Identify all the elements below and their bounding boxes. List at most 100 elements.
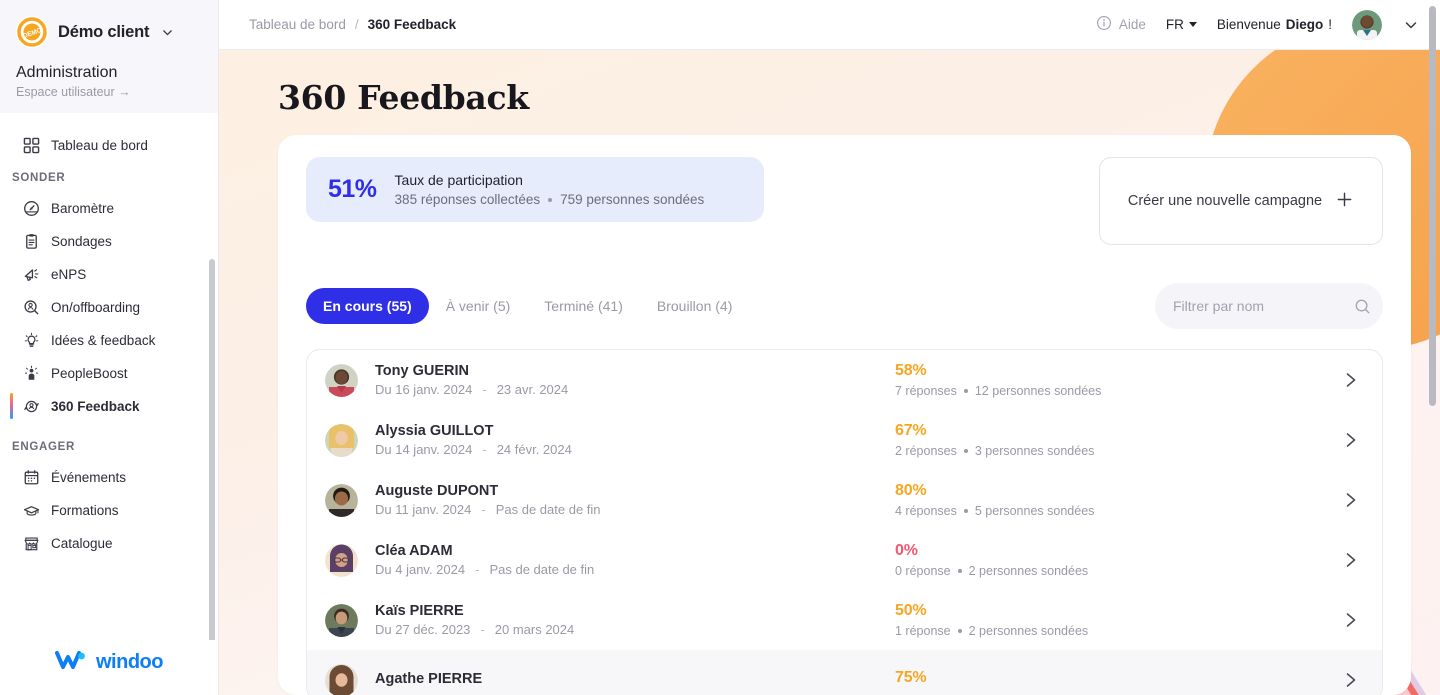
participation-surveyed: 759 personnes sondées <box>560 192 704 207</box>
date-separator: - <box>482 382 486 397</box>
tabs-row: En cours (55) À venir (5) Terminé (41) B… <box>306 283 1383 329</box>
breadcrumb-separator: / <box>355 17 359 32</box>
campaign-name: Kaïs PIERRE <box>375 603 895 619</box>
user-space-link[interactable]: Espace utilisateur → <box>16 85 202 99</box>
chevron-right-icon[interactable] <box>1340 430 1360 450</box>
table-row[interactable]: Alyssia GUILLOT Du 14 janv. 2024 - 24 fé… <box>307 410 1382 470</box>
sidebar-item-peopleboost[interactable]: PeopleBoost <box>0 357 218 390</box>
sidebar-item-360-feedback[interactable]: 360 Feedback <box>0 390 218 423</box>
windoo-mark-icon <box>55 648 89 677</box>
tab-a-venir[interactable]: À venir (5) <box>429 288 528 324</box>
avatar[interactable] <box>1352 10 1382 40</box>
table-row[interactable]: Auguste DUPONT Du 11 janv. 2024 - Pas de… <box>307 470 1382 530</box>
row-identity: Kaïs PIERRE Du 27 déc. 2023 - 20 mars 20… <box>375 603 895 637</box>
row-stats: 67% 2 réponses 3 personnes sondées <box>895 422 1325 458</box>
chevron-right-icon[interactable] <box>1340 610 1360 630</box>
date-start: Du 11 janv. 2024 <box>375 502 471 517</box>
campaign-responses: 4 réponses <box>895 504 957 518</box>
campaign-surveyed: 3 personnes sondées <box>975 444 1095 458</box>
table-row[interactable]: Tony GUERIN Du 16 janv. 2024 - 23 avr. 2… <box>307 350 1382 410</box>
sidebar-item-label: Tableau de bord <box>51 138 148 153</box>
chevron-down-icon <box>161 26 174 39</box>
participation-label: Taux de participation <box>395 172 705 188</box>
sidebar-item-label: Catalogue <box>51 536 113 551</box>
date-end: 23 avr. 2024 <box>497 382 569 397</box>
tab-termine[interactable]: Terminé (41) <box>527 288 640 324</box>
person-refresh-icon <box>22 397 41 416</box>
tab-brouillon[interactable]: Brouillon (4) <box>640 288 749 324</box>
tab-en-cours[interactable]: En cours (55) <box>306 288 429 324</box>
sidebar-section-sonder: SONDER <box>0 164 218 192</box>
campaign-name: Alyssia GUILLOT <box>375 423 895 439</box>
user-menu-chevron-down-icon[interactable] <box>1402 16 1420 34</box>
avatar <box>325 424 358 457</box>
panel-header: 51% Taux de participation 385 réponses c… <box>306 157 1383 245</box>
workspace-name: Démo client <box>58 23 149 42</box>
table-row[interactable]: Kaïs PIERRE Du 27 déc. 2023 - 20 mars 20… <box>307 590 1382 650</box>
search-icon[interactable] <box>1354 298 1371 315</box>
row-identity: Auguste DUPONT Du 11 janv. 2024 - Pas de… <box>375 483 895 517</box>
sidebar-item-label: Formations <box>51 503 119 518</box>
sidebar-header: DEMO Démo client Administration Espace u… <box>0 0 218 113</box>
store-icon <box>22 534 41 553</box>
sidebar-item-enps[interactable]: eNPS <box>0 258 218 291</box>
sidebar-item-evenements[interactable]: Événements <box>0 461 218 494</box>
campaign-dates: Du 14 janv. 2024 - 24 févr. 2024 <box>375 442 895 457</box>
sidebar-item-label: Sondages <box>51 234 112 249</box>
help-button[interactable]: Aide <box>1096 15 1146 34</box>
bullet-separator-icon <box>958 629 962 633</box>
date-start: Du 27 déc. 2023 <box>375 622 470 637</box>
table-row[interactable]: Cléa ADAM Du 4 janv. 2024 - Pas de date … <box>307 530 1382 590</box>
row-identity: Cléa ADAM Du 4 janv. 2024 - Pas de date … <box>375 543 895 577</box>
campaign-percent: 67% <box>895 422 1325 440</box>
campaign-surveyed: 2 personnes sondées <box>969 564 1089 578</box>
plus-icon <box>1335 190 1354 213</box>
demo-logo-icon: DEMO <box>16 16 48 48</box>
sidebar-item-onoffboarding[interactable]: On/offboarding <box>0 291 218 324</box>
sidebar-nav: Tableau de bord SONDER Baromètre Sondage… <box>0 113 218 640</box>
breadcrumb-parent[interactable]: Tableau de bord <box>249 17 346 32</box>
sidebar-item-formations[interactable]: Formations <box>0 494 218 527</box>
row-identity: Alyssia GUILLOT Du 14 janv. 2024 - 24 fé… <box>375 423 895 457</box>
row-stats: 0% 0 réponse 2 personnes sondées <box>895 542 1325 578</box>
sidebar: DEMO Démo client Administration Espace u… <box>0 0 219 695</box>
sidebar-section-engager: ENGAGER <box>0 423 218 461</box>
date-start: Du 14 janv. 2024 <box>375 442 472 457</box>
sidebar-item-label: eNPS <box>51 267 86 282</box>
language-selector[interactable]: FR <box>1166 17 1197 32</box>
graduation-cap-icon <box>22 501 41 520</box>
sidebar-item-barometre[interactable]: Baromètre <box>0 192 218 225</box>
welcome-prefix: Bienvenue <box>1217 17 1281 32</box>
campaign-name: Tony GUERIN <box>375 363 895 379</box>
sidebar-item-label: Événements <box>51 470 126 485</box>
chevron-right-icon[interactable] <box>1340 370 1360 390</box>
create-campaign-button[interactable]: Créer une nouvelle campagne <box>1099 157 1383 245</box>
sidebar-item-catalogue[interactable]: Catalogue <box>0 527 218 560</box>
lightbulb-icon <box>22 331 41 350</box>
chevron-right-icon[interactable] <box>1340 490 1360 510</box>
sidebar-scrollbar[interactable] <box>209 259 215 640</box>
campaign-sub: 0 réponse 2 personnes sondées <box>895 564 1325 578</box>
campaign-dates: Du 11 janv. 2024 - Pas de date de fin <box>375 502 895 517</box>
windoo-wordmark: windoo <box>96 651 163 674</box>
bullet-separator-icon <box>964 389 968 393</box>
sidebar-item-sondages[interactable]: Sondages <box>0 225 218 258</box>
row-stats: 75% <box>895 669 1325 691</box>
sidebar-item-dashboard[interactable]: Tableau de bord <box>0 127 218 164</box>
avatar <box>325 604 358 637</box>
date-end: Pas de date de fin <box>496 502 601 517</box>
main-scrollbar[interactable] <box>1429 6 1436 406</box>
workspace-switcher[interactable]: DEMO Démo client <box>16 16 202 48</box>
filter-box[interactable] <box>1155 283 1383 329</box>
sidebar-item-label: Baromètre <box>51 201 114 216</box>
caret-down-icon <box>1189 22 1197 27</box>
chevron-right-icon[interactable] <box>1340 550 1360 570</box>
breadcrumb-current: 360 Feedback <box>368 17 457 32</box>
campaign-sub: 4 réponses 5 personnes sondées <box>895 504 1325 518</box>
search-input[interactable] <box>1173 298 1354 314</box>
windoo-logo: windoo <box>55 648 163 677</box>
grid-icon <box>22 136 41 155</box>
chevron-right-icon[interactable] <box>1340 670 1360 690</box>
sidebar-item-idees-feedback[interactable]: Idées & feedback <box>0 324 218 357</box>
table-row[interactable]: Agathe PIERRE 75% <box>307 650 1382 695</box>
